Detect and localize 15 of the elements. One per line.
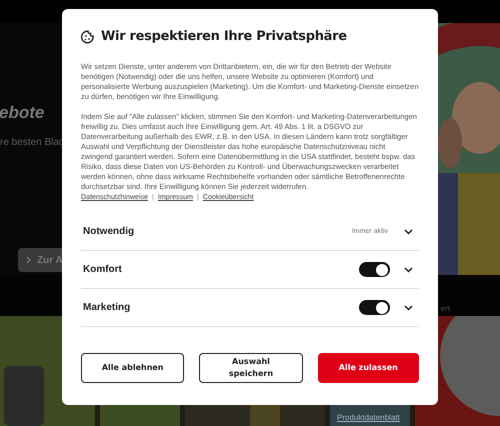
accept-button[interactable]: Alle zulassen <box>318 353 419 383</box>
dialog-title: Wir respektieren Ihre Privatsphäre <box>101 29 347 44</box>
secondary-button[interactable]: Auswahl speichern <box>199 353 303 383</box>
caption: ert <box>440 304 450 313</box>
chevron-right-icon <box>26 256 31 264</box>
chevron-icon[interactable] <box>404 304 413 310</box>
chevron-icon[interactable] <box>404 266 413 272</box>
category-name: Notwendig <box>83 226 136 237</box>
cookie-icon <box>81 30 95 44</box>
toggle-switch[interactable] <box>359 300 390 315</box>
secondary-button[interactable]: Alle ablehnen <box>81 353 184 383</box>
toggle-switch[interactable] <box>359 262 390 277</box>
chevron-icon[interactable] <box>404 228 413 234</box>
product-link[interactable]: Produktdatenblatt <box>337 413 400 422</box>
category-name: Marketing <box>83 302 132 313</box>
